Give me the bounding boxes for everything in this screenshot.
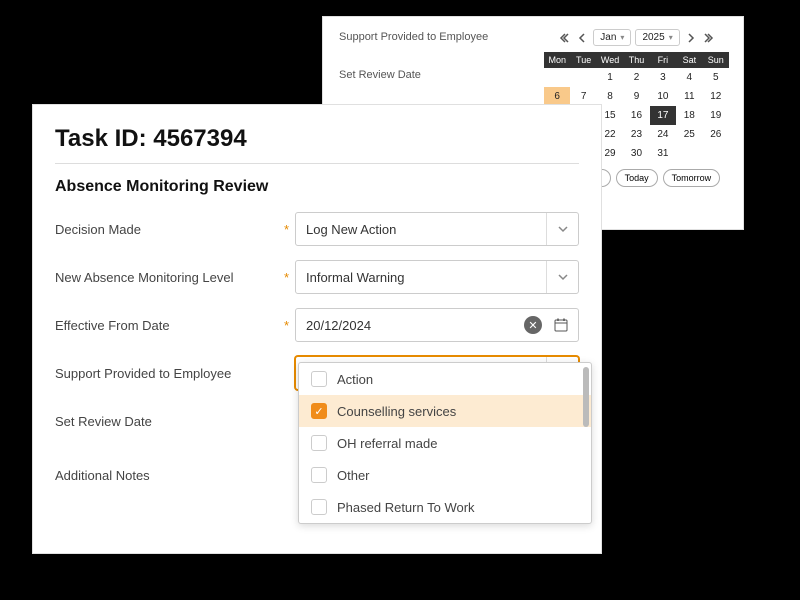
label-effective-date: Effective From Date* [55, 318, 295, 333]
dropdown-option[interactable]: ✓ Counselling services [299, 395, 591, 427]
chevron-down-icon [546, 213, 578, 245]
dropdown-option[interactable]: Other [299, 459, 591, 491]
calendar-weekday-header: Sun [703, 52, 729, 68]
calendar-day-cell[interactable]: 12 [703, 87, 729, 106]
calendar-day-cell[interactable]: 17 [650, 106, 676, 125]
calendar-icon[interactable] [552, 316, 570, 334]
calendar-day-cell[interactable]: 30 [623, 144, 649, 163]
calendar-day-cell[interactable]: 4 [676, 68, 702, 87]
label-support-provided: Support Provided to Employee [55, 366, 295, 381]
support-provided-dropdown[interactable]: Action ✓ Counselling services OH referral m… [298, 362, 592, 524]
calendar-month-value: Jan [600, 32, 616, 43]
calendar-day-cell[interactable]: 10 [650, 87, 676, 106]
decision-made-select[interactable]: Log New Action [295, 212, 579, 246]
effective-date-input[interactable]: 20/12/2024 ✕ [295, 308, 579, 342]
calendar-day-cell [676, 144, 702, 163]
checkbox-unchecked-icon[interactable] [311, 371, 327, 387]
calendar-weekday-header: Fri [650, 52, 676, 68]
calendar-prev-month-icon[interactable] [575, 31, 589, 45]
dropdown-option-label: Action [337, 372, 373, 387]
checkbox-unchecked-icon[interactable] [311, 499, 327, 515]
calendar-weekday-header: Thu [623, 52, 649, 68]
dropdown-option[interactable]: Phased Return To Work [299, 491, 591, 523]
clear-icon[interactable]: ✕ [524, 316, 542, 334]
calendar-today-button[interactable]: Today [616, 169, 658, 187]
dropdown-option-label: Other [337, 468, 370, 483]
dropdown-option-label: Counselling services [337, 404, 456, 419]
dropdown-option[interactable]: Action [299, 363, 591, 395]
monitoring-level-select[interactable]: Informal Warning [295, 260, 579, 294]
chevron-down-icon: ▾ [620, 33, 624, 42]
calendar-day-cell [703, 144, 729, 163]
dropdown-option[interactable]: OH referral made [299, 427, 591, 459]
calendar-day-cell[interactable]: 16 [623, 106, 649, 125]
calendar-weekday-header: Sat [676, 52, 702, 68]
calendar-year-select[interactable]: 2025 ▾ [635, 29, 679, 46]
calendar-day-cell[interactable]: 3 [650, 68, 676, 87]
calendar-day-cell[interactable]: 24 [650, 125, 676, 144]
calendar-day-cell[interactable]: 9 [623, 87, 649, 106]
label-decision-made: Decision Made* [55, 222, 295, 237]
calendar-day-cell[interactable]: 26 [703, 125, 729, 144]
dropdown-option-label: Phased Return To Work [337, 500, 475, 515]
calendar-day-cell[interactable]: 2 [623, 68, 649, 87]
decision-made-value: Log New Action [306, 222, 396, 237]
task-id-title: Task ID: 4567394 [55, 125, 579, 153]
calendar-weekday-header: Tue [570, 52, 596, 68]
calendar-day-cell[interactable]: 18 [676, 106, 702, 125]
divider [55, 163, 579, 164]
dropdown-scrollbar[interactable] [583, 367, 589, 427]
calendar-day-cell[interactable]: 31 [650, 144, 676, 163]
checkbox-unchecked-icon[interactable] [311, 467, 327, 483]
calendar-month-select[interactable]: Jan ▾ [593, 29, 631, 46]
calendar-weekday-header: Wed [597, 52, 623, 68]
label-additional-notes: Additional Notes [55, 468, 295, 483]
effective-date-value: 20/12/2024 [306, 318, 371, 333]
calendar-day-cell [544, 68, 570, 87]
calendar-tomorrow-button[interactable]: Tomorrow [663, 169, 721, 187]
checkbox-checked-icon[interactable]: ✓ [311, 403, 327, 419]
calendar-day-cell[interactable]: 1 [597, 68, 623, 87]
calendar-weekday-header: Mon [544, 52, 570, 68]
dropdown-option-label: OH referral made [337, 436, 437, 451]
calendar-day-cell[interactable]: 11 [676, 87, 702, 106]
calendar-day-cell [570, 68, 596, 87]
monitoring-level-value: Informal Warning [306, 270, 405, 285]
label-monitoring-level: New Absence Monitoring Level* [55, 270, 295, 285]
chevron-down-icon: ▾ [669, 33, 673, 42]
calendar-day-cell[interactable]: 23 [623, 125, 649, 144]
label-set-review-date: Set Review Date [55, 414, 295, 429]
calendar-prev-year-icon[interactable] [557, 31, 571, 45]
section-title: Absence Monitoring Review [55, 178, 579, 196]
calendar-day-cell[interactable]: 5 [703, 68, 729, 87]
calendar-day-cell[interactable]: 25 [676, 125, 702, 144]
checkbox-unchecked-icon[interactable] [311, 435, 327, 451]
calendar-next-month-icon[interactable] [684, 31, 698, 45]
chevron-down-icon [546, 261, 578, 293]
calendar-day-cell[interactable]: 19 [703, 106, 729, 125]
calendar-year-value: 2025 [642, 32, 664, 43]
calendar-next-year-icon[interactable] [702, 31, 716, 45]
